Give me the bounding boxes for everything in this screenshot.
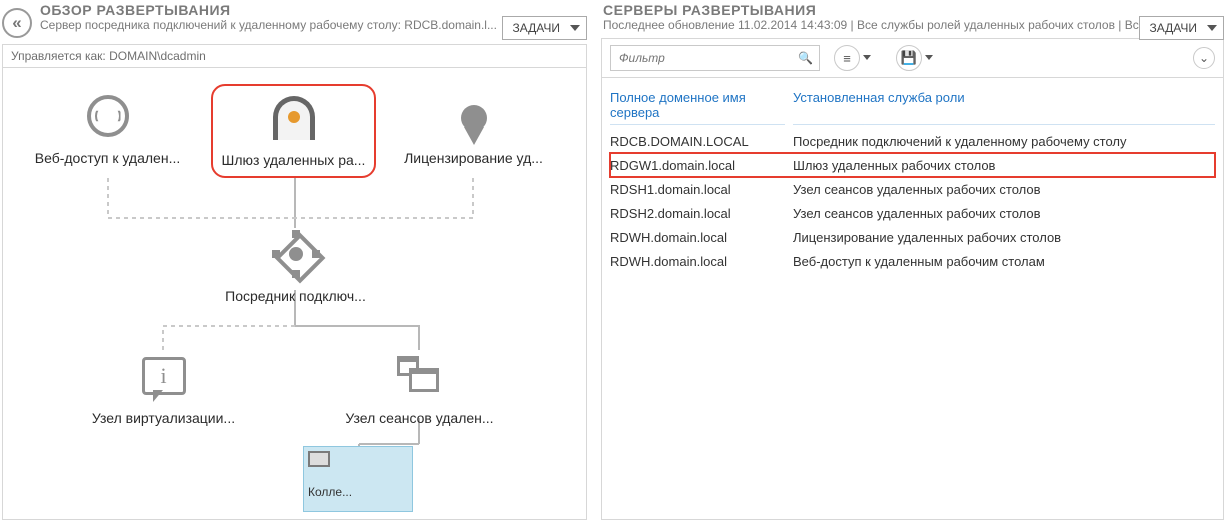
node-label: Узел сеансов удален... bbox=[337, 410, 502, 426]
column-server[interactable]: Полное доменное имя сервера bbox=[610, 86, 785, 125]
cell-server: RDCB.DOMAIN.LOCAL bbox=[610, 134, 785, 149]
expand-button[interactable]: ⌄ bbox=[1193, 47, 1215, 69]
table-row[interactable]: RDCB.DOMAIN.LOCAL Посредник подключений к… bbox=[610, 129, 1215, 153]
table-row[interactable]: RDWH.domain.local Веб-доступ к удаленным … bbox=[610, 249, 1215, 273]
node-label: Веб-доступ к удален... bbox=[25, 150, 190, 166]
servers-toolbar: 🔍 ≡ 💾 ⌄ bbox=[601, 38, 1224, 78]
collection-label: Колле... bbox=[308, 485, 408, 499]
overview-panel: « ОБЗОР РАЗВЕРТЫВАНИЯ Сервер посредника … bbox=[2, 2, 587, 520]
node-web-access[interactable]: Веб-доступ к удален... bbox=[25, 90, 190, 166]
cell-role: Узел сеансов удаленных рабочих столов bbox=[793, 182, 1215, 197]
servers-panel: СЕРВЕРЫ РАЗВЕРТЫВАНИЯ Последнее обновлен… bbox=[601, 2, 1224, 520]
cell-server: RDGW1.domain.local bbox=[610, 158, 785, 173]
cell-role: Шлюз удаленных рабочих столов bbox=[793, 158, 1215, 173]
node-gateway[interactable]: Шлюз удаленных ра... bbox=[211, 84, 376, 178]
windows-icon bbox=[394, 350, 446, 402]
node-label: Шлюз удаленных ра... bbox=[215, 152, 372, 168]
node-session-host[interactable]: Узел сеансов удален... bbox=[337, 350, 502, 426]
cell-server: RDWH.domain.local bbox=[610, 254, 785, 269]
filter-input[interactable] bbox=[617, 50, 798, 66]
collapse-icon[interactable]: « bbox=[2, 8, 32, 38]
save-options-button[interactable]: 💾 bbox=[896, 45, 922, 71]
table-header: Полное доменное имя сервера Установленна… bbox=[610, 86, 1215, 125]
table-row[interactable]: RDGW1.domain.local Шлюз удаленных рабочих… bbox=[610, 153, 1215, 177]
node-broker[interactable]: Посредник подключ... bbox=[213, 228, 378, 304]
chevron-down-icon bbox=[570, 25, 580, 31]
collection-tile[interactable]: Колле... bbox=[303, 446, 413, 512]
cell-server: RDWH.domain.local bbox=[610, 230, 785, 245]
deployment-diagram: Веб-доступ к удален... Шлюз удаленных ра… bbox=[2, 67, 587, 520]
chevron-down-icon bbox=[1207, 25, 1217, 31]
broker-icon bbox=[270, 228, 322, 280]
node-label: Узел виртуализации... bbox=[81, 410, 246, 426]
column-role[interactable]: Установленная служба роли bbox=[793, 86, 1215, 125]
node-label: Посредник подключ... bbox=[213, 288, 378, 304]
node-virtualization[interactable]: i Узел виртуализации... bbox=[81, 350, 246, 426]
servers-table: Полное доменное имя сервера Установленна… bbox=[601, 78, 1224, 520]
chevron-down-icon bbox=[925, 55, 933, 60]
table-row[interactable]: RDWH.domain.local Лицензирование удаленны… bbox=[610, 225, 1215, 249]
filter-box[interactable]: 🔍 bbox=[610, 45, 820, 71]
columns-options-button[interactable]: ≡ bbox=[834, 45, 860, 71]
overview-header: « ОБЗОР РАЗВЕРТЫВАНИЯ Сервер посредника … bbox=[2, 2, 587, 38]
search-icon[interactable]: 🔍 bbox=[798, 51, 813, 65]
cell-role: Лицензирование удаленных рабочих столов bbox=[793, 230, 1215, 245]
table-row[interactable]: RDSH2.domain.local Узел сеансов удаленных… bbox=[610, 201, 1215, 225]
globe-icon bbox=[82, 90, 134, 142]
node-label: Лицензирование уд... bbox=[391, 150, 556, 166]
tasks-label: ЗАДАЧИ bbox=[513, 21, 560, 35]
tasks-label: ЗАДАЧИ bbox=[1150, 21, 1197, 35]
chevron-down-icon bbox=[863, 55, 871, 60]
cell-role: Узел сеансов удаленных рабочих столов bbox=[793, 206, 1215, 221]
table-body: RDCB.DOMAIN.LOCAL Посредник подключений к… bbox=[610, 129, 1215, 273]
collection-small-icon bbox=[308, 451, 330, 467]
servers-subtitle: Последнее обновление 11.02.2014 14:43:09… bbox=[603, 18, 1224, 32]
cell-server: RDSH1.domain.local bbox=[610, 182, 785, 197]
servers-title: СЕРВЕРЫ РАЗВЕРТЫВАНИЯ bbox=[603, 2, 1224, 18]
cell-role: Посредник подключений к удаленному рабоч… bbox=[793, 134, 1215, 149]
node-licensing[interactable]: Лицензирование уд... bbox=[391, 90, 556, 166]
servers-header: СЕРВЕРЫ РАЗВЕРТЫВАНИЯ Последнее обновлен… bbox=[601, 2, 1224, 32]
managed-as-bar: Управляется как: DOMAIN\dcadmin bbox=[2, 44, 587, 67]
table-row[interactable]: RDSH1.domain.local Узел сеансов удаленных… bbox=[610, 177, 1215, 201]
info-bubble-icon: i bbox=[138, 350, 190, 402]
servers-tasks-button[interactable]: ЗАДАЧИ bbox=[1139, 16, 1224, 40]
cell-server: RDSH2.domain.local bbox=[610, 206, 785, 221]
ribbon-icon bbox=[448, 90, 500, 142]
gateway-icon bbox=[268, 92, 320, 144]
cell-role: Веб-доступ к удаленным рабочим столам bbox=[793, 254, 1215, 269]
overview-tasks-button[interactable]: ЗАДАЧИ bbox=[502, 16, 587, 40]
